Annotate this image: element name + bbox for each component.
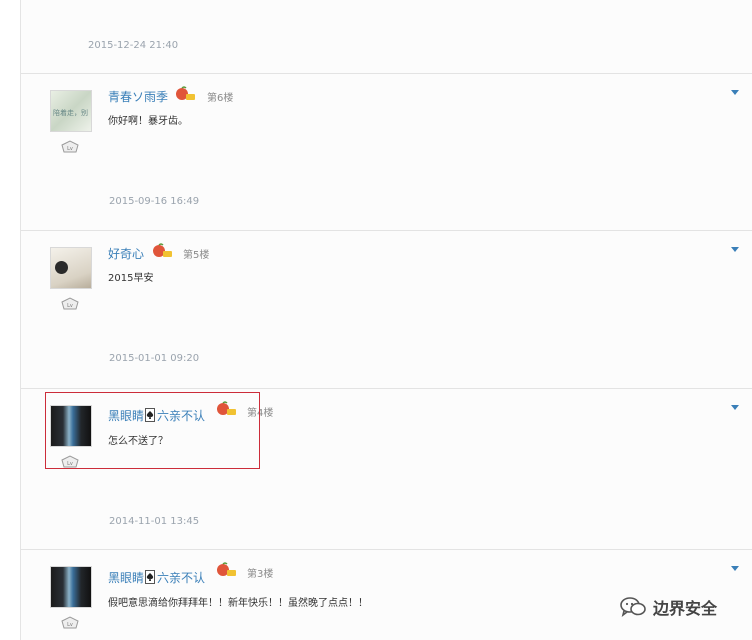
post-timestamp: 2015-01-01 09:20: [109, 353, 200, 364]
svg-text:Lv: Lv: [67, 146, 73, 152]
comment-text: 你好啊！暴牙齿。: [108, 116, 188, 127]
svg-text:Lv: Lv: [67, 622, 73, 628]
avatar[interactable]: [50, 247, 92, 289]
comment-item: 陪着走，别 Lv 青春ソ雨季 第6楼 你好啊！暴牙齿。 2015-09-16 1…: [21, 73, 752, 231]
comment-text: 2015早安: [108, 273, 154, 284]
svg-text:Lv: Lv: [67, 303, 73, 309]
username-part: 六亲不认: [157, 571, 206, 585]
username-link[interactable]: 好奇心: [108, 245, 144, 262]
apple-medal-icon: [217, 562, 236, 576]
level-badge-icon: Lv: [61, 297, 79, 310]
avatar-shape: [55, 261, 68, 274]
level-badge-icon: Lv: [61, 140, 79, 153]
highlight-annotation: [45, 392, 260, 469]
post-timestamp: 2015-09-16 16:49: [109, 196, 200, 207]
watermark: 边界安全: [619, 592, 717, 622]
floor-label: 第3楼: [247, 569, 274, 580]
comment-item: Lv 好奇心 第5楼 2015早安 2015-01-01 09:20: [21, 230, 752, 389]
avatar-caption: 陪着走，别: [53, 109, 88, 117]
apple-medal-icon: [153, 243, 172, 257]
username-link[interactable]: 青春ソ雨季: [108, 88, 168, 105]
watermark-text: 边界安全: [653, 599, 718, 618]
avatar[interactable]: 陪着走，别: [50, 90, 92, 132]
username-link[interactable]: 黑眼睛 六亲不认: [108, 569, 205, 586]
chevron-down-icon[interactable]: [728, 244, 742, 254]
avatar[interactable]: [50, 566, 92, 608]
post-timestamp: 2014-11-01 13:45: [109, 516, 200, 527]
post-timestamp: 2015-12-24 21:40: [88, 40, 179, 51]
chevron-down-icon[interactable]: [728, 87, 742, 97]
apple-medal-icon: [176, 86, 195, 100]
username-part: 黑眼睛: [108, 571, 145, 585]
wechat-icon: [620, 597, 646, 617]
spade-card-icon: [145, 570, 156, 584]
chevron-down-icon[interactable]: [728, 563, 742, 573]
floor-label: 第5楼: [183, 250, 210, 261]
level-badge-icon: Lv: [61, 616, 79, 629]
chevron-down-icon[interactable]: [728, 402, 742, 412]
comment-text: 假吧意思滴给你拜拜年！！新年快乐！！虽然晚了点点！！: [108, 598, 368, 609]
floor-label: 第6楼: [207, 93, 234, 104]
